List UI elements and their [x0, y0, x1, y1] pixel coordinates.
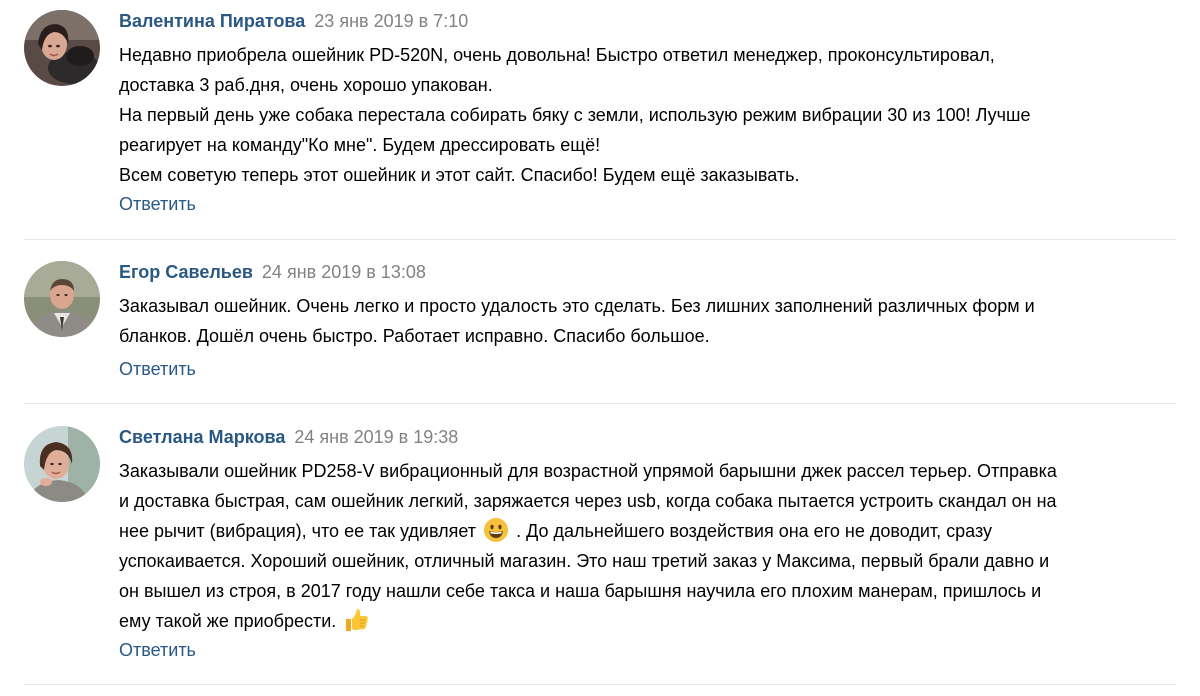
comment-text: Недавно приобрела ошейник PD-520N, очень…	[119, 40, 1169, 190]
comment-text-line: успокаивается. Хороший ошейник, отличный…	[119, 551, 1050, 571]
reply-button[interactable]: Ответить	[119, 193, 196, 215]
reply-button[interactable]: Ответить	[119, 639, 196, 661]
avatar[interactable]	[24, 10, 100, 86]
comment-text-line: доставка 3 раб.дня, очень хорошо упакова…	[119, 75, 493, 95]
comment-meta: Валентина Пиратова 23 янв 2019 в 7:10	[119, 10, 468, 32]
avatar[interactable]	[24, 426, 100, 502]
thumbs-up-emoji	[343, 607, 369, 633]
avatar[interactable]	[24, 261, 100, 337]
comment-author-link[interactable]: Светлана Маркова	[119, 427, 285, 447]
comment-text: Заказывали ошейник PD258-V вибрационный …	[119, 456, 1169, 636]
grinning-face-emoji	[483, 517, 509, 543]
avatar-photo	[24, 10, 100, 86]
comment-text-line: Заказывал ошейник. Очень легко и просто …	[119, 296, 1035, 316]
comment-text-line: реагирует на команду"Ко мне". Будем дрес…	[119, 135, 601, 155]
comment-date[interactable]: 24 янв 2019 в 19:38	[294, 427, 458, 447]
comment-text-line: На первый день уже собака перестала соби…	[119, 105, 1031, 125]
comment-text-line: бланков. Дошёл очень быстро. Работает ис…	[119, 326, 710, 346]
comment-text-line: Недавно приобрела ошейник PD-520N, очень…	[119, 45, 995, 65]
avatar-photo	[24, 261, 100, 337]
comment-item: Егор Савельев 24 янв 2019 в 13:08 Заказы…	[24, 261, 1176, 404]
comment-text-line: и доставка быстрая, сам ошейник легкий, …	[119, 491, 1057, 511]
comment-meta: Егор Савельев 24 янв 2019 в 13:08	[119, 261, 426, 283]
comment-author-link[interactable]: Валентина Пиратова	[119, 11, 305, 31]
comment-meta: Светлана Маркова 24 янв 2019 в 19:38	[119, 426, 458, 448]
comment-date[interactable]: 24 янв 2019 в 13:08	[262, 262, 426, 282]
comment-item: Валентина Пиратова 23 янв 2019 в 7:10 Не…	[24, 10, 1176, 240]
avatar-photo	[24, 426, 100, 502]
comment-text-fragment: . До дальнейшего воздействия она его не …	[516, 521, 992, 541]
comment-author-link[interactable]: Егор Савельев	[119, 262, 253, 282]
comment-text: Заказывал ошейник. Очень легко и просто …	[119, 291, 1169, 351]
reply-button[interactable]: Ответить	[119, 358, 196, 380]
comments-list: Валентина Пиратова 23 янв 2019 в 7:10 Не…	[0, 0, 1200, 696]
comment-text-line: Всем советую теперь этот ошейник и этот …	[119, 165, 800, 185]
comment-text-line: нее рычит (вибрация), что ее так удивляе…	[119, 516, 1169, 546]
comment-text-fragment: нее рычит (вибрация), что ее так удивляе…	[119, 521, 477, 541]
comment-text-fragment: ему такой же приобрести.	[119, 611, 337, 631]
comment-item: Светлана Маркова 24 янв 2019 в 19:38 Зак…	[24, 426, 1176, 685]
comment-text-line: он вышел из строя, в 2017 году нашли себ…	[119, 581, 1042, 601]
comment-text-line: Заказывали ошейник PD258-V вибрационный …	[119, 461, 1057, 481]
comment-text-line: ему такой же приобрести.	[119, 606, 1169, 636]
comment-date[interactable]: 23 янв 2019 в 7:10	[314, 11, 468, 31]
